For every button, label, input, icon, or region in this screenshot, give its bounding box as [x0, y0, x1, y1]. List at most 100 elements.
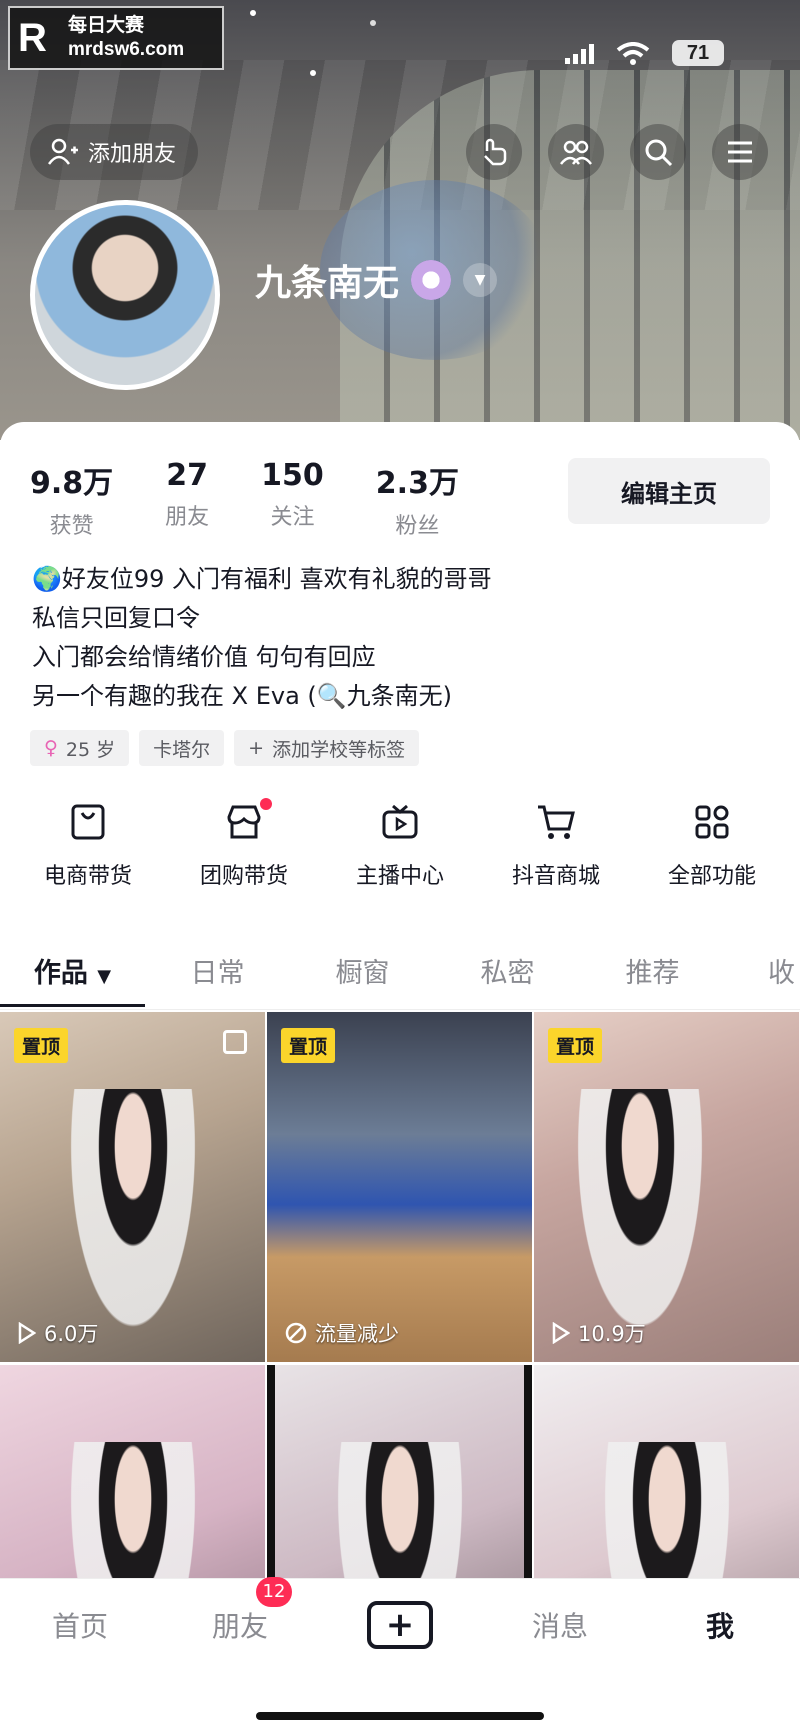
- tab-showcase[interactable]: 橱窗: [290, 944, 435, 1009]
- bottom-nav: 首页 朋友 12 + 消息 我: [0, 1577, 800, 1732]
- feature-group-buy[interactable]: 团购带货: [174, 798, 314, 890]
- tab-daily[interactable]: 日常: [145, 944, 290, 1009]
- edit-profile-button[interactable]: 编辑主页: [568, 458, 770, 524]
- stat-friends[interactable]: 27 朋友: [165, 458, 209, 540]
- nav-friends-label: 朋友: [211, 1610, 268, 1643]
- view-count-text: 10.9万: [578, 1322, 646, 1346]
- stat-label: 粉丝: [395, 514, 440, 539]
- female-icon: ♀: [44, 737, 58, 759]
- nav-create[interactable]: +: [340, 1601, 460, 1649]
- hand-pointer-icon: [484, 138, 507, 166]
- nickname: 九条南无: [255, 263, 400, 304]
- feature-label: 全部功能: [667, 864, 756, 889]
- feature-ecommerce[interactable]: 电商带货: [18, 800, 158, 890]
- feature-shortcuts: 电商带货 团购带货 主播中心 抖音商城 全部功能: [0, 798, 800, 890]
- traffic-status-text: 流量减少: [315, 1322, 399, 1346]
- video-thumbnail[interactable]: 置顶 10.9万: [534, 1012, 799, 1362]
- watermark-url: mrdsw6.com: [68, 39, 185, 60]
- pinned-badge: 置顶: [281, 1028, 336, 1063]
- chevron-down-icon[interactable]: ▼: [463, 263, 498, 297]
- gesture-button[interactable]: [466, 124, 522, 180]
- play-icon: [18, 1322, 36, 1344]
- nickname-row[interactable]: 九条南无 ▼: [255, 254, 498, 306]
- tab-label: 作品: [33, 958, 88, 989]
- bio: 🌍好友位99 入门有福利 喜欢有礼貌的哥哥 私信只回复口令 入门都会给情绪价值 …: [32, 560, 492, 716]
- tab-private[interactable]: 私密: [435, 944, 580, 1009]
- pinned-badge: 置顶: [14, 1028, 69, 1063]
- menu-button[interactable]: [712, 124, 768, 180]
- group-icon: [560, 140, 592, 165]
- stat-value: 9.8万: [30, 466, 114, 501]
- stat-value: 2.3万: [375, 466, 459, 501]
- plus-icon: +: [367, 1601, 433, 1649]
- stat-value: 150: [261, 458, 324, 493]
- plus-icon: +: [248, 737, 265, 759]
- view-count: 6.0万: [18, 1318, 98, 1348]
- stat-value: 27: [166, 458, 209, 493]
- stat-followers[interactable]: 2.3万 粉丝: [376, 458, 459, 540]
- notification-badge: 12: [256, 1577, 292, 1607]
- bag-icon: [66, 800, 110, 844]
- view-count-text: 6.0万: [44, 1322, 99, 1346]
- stats-row: 9.8万 获赞 27 朋友 150 关注 2.3万 粉丝: [30, 458, 511, 540]
- feature-label: 主播中心: [355, 864, 444, 889]
- feature-label: 电商带货: [43, 864, 132, 889]
- feature-label: 团购带货: [199, 864, 288, 889]
- profile-tags: ♀ 25 岁 卡塔尔 + 添加学校等标签: [30, 730, 420, 766]
- nav-me[interactable]: 我: [660, 1605, 780, 1645]
- tag-text: 添加学校等标签: [272, 738, 406, 761]
- tv-icon: [378, 800, 422, 844]
- bio-line: 🌍好友位99 入门有福利 喜欢有礼貌的哥哥: [32, 565, 492, 593]
- tag-text: 25 岁: [65, 738, 116, 761]
- thumbnail-figure: [570, 1089, 710, 1349]
- tab-favorites[interactable]: 收: [725, 944, 795, 1009]
- battery-indicator: 71: [672, 40, 724, 66]
- status-bar: [565, 42, 650, 66]
- watermark-title: 每日大赛: [68, 15, 145, 36]
- wifi-icon: [616, 42, 650, 65]
- store-icon: [222, 800, 266, 844]
- feature-mall[interactable]: 抖音商城: [486, 800, 626, 890]
- view-count: 10.9万: [552, 1318, 646, 1348]
- avatar[interactable]: [30, 200, 220, 390]
- home-indicator[interactable]: [256, 1712, 544, 1720]
- feature-all[interactable]: 全部功能: [642, 800, 782, 890]
- nav-messages[interactable]: 消息: [500, 1605, 620, 1645]
- cart-icon: [534, 800, 578, 844]
- multi-image-icon: [223, 1030, 247, 1054]
- tab-works[interactable]: 作品 ▼: [0, 944, 145, 1009]
- video-thumbnail[interactable]: 置顶 流量减少: [267, 1012, 532, 1362]
- caret-down-icon: ▼: [97, 966, 112, 987]
- content-tabs: 作品 ▼ 日常 橱窗 私密 推荐 收: [0, 944, 800, 1010]
- video-thumbnail[interactable]: 置顶 6.0万: [0, 1012, 265, 1362]
- feature-label: 抖音商城: [511, 864, 600, 889]
- tag-add-school[interactable]: + 添加学校等标签: [234, 730, 420, 766]
- play-icon: [552, 1322, 570, 1344]
- search-button[interactable]: [630, 124, 686, 180]
- nav-friends[interactable]: 朋友 12: [180, 1577, 300, 1645]
- tag-location[interactable]: 卡塔尔: [139, 730, 225, 766]
- search-icon: [645, 139, 673, 167]
- grid-icon: [690, 800, 734, 844]
- menu-icon: [728, 141, 752, 163]
- unicorn-badge-icon: [411, 260, 452, 300]
- watermark: R 每日大赛 mrdsw6.com: [8, 6, 224, 70]
- stat-label: 朋友: [165, 505, 210, 530]
- tab-recommended[interactable]: 推荐: [580, 944, 725, 1009]
- stat-likes[interactable]: 9.8万 获赞: [30, 458, 113, 540]
- traffic-status: 流量减少: [285, 1318, 399, 1348]
- thumbnail-figure: [62, 1089, 203, 1349]
- stat-following[interactable]: 150 关注: [261, 458, 324, 540]
- bio-line: 另一个有趣的我在 X Eva (🔍九条南无): [32, 682, 453, 710]
- ban-icon: [285, 1322, 307, 1344]
- tag-age[interactable]: ♀ 25 岁: [30, 730, 130, 766]
- add-friend-button[interactable]: 添加朋友: [30, 124, 199, 180]
- signal-icon: [565, 44, 594, 64]
- watermark-logo: R: [18, 16, 47, 60]
- bio-line: 私信只回复口令: [32, 604, 200, 632]
- fans-group-button[interactable]: [548, 124, 604, 180]
- nav-home[interactable]: 首页: [20, 1605, 140, 1645]
- notification-dot: [260, 798, 272, 810]
- feature-streamer-center[interactable]: 主播中心: [330, 800, 470, 890]
- add-user-icon: [48, 138, 78, 165]
